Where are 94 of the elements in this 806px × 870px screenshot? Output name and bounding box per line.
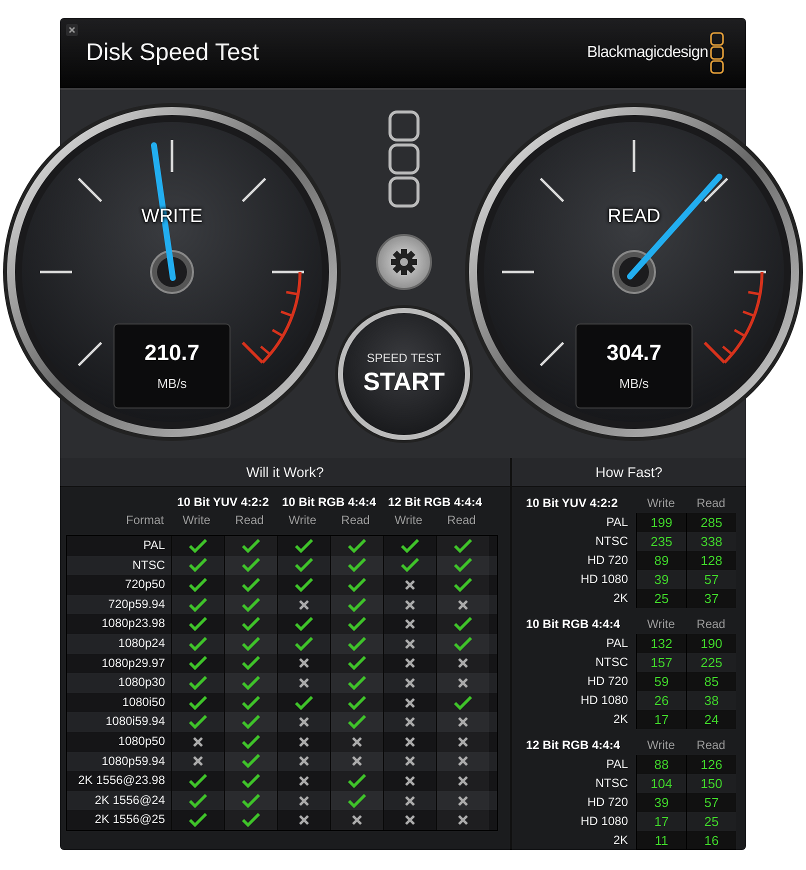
group-header: 10 Bit RGB 4:4:4 xyxy=(526,617,622,631)
format-cell-text: 1080p23.98 xyxy=(100,615,166,632)
column-header: Write xyxy=(288,513,318,527)
format-label: HD 720 xyxy=(586,552,629,569)
value-cell: 25 xyxy=(636,589,686,608)
value-cell: 24 xyxy=(686,710,736,729)
value-cell: 128 xyxy=(686,551,736,570)
value-cell: 57 xyxy=(686,793,736,812)
format-cell-text: 2K 1556@23.98 xyxy=(77,772,166,790)
three-squares-icon xyxy=(710,32,724,74)
scale-tick xyxy=(242,178,266,202)
column-header: Read xyxy=(696,496,726,510)
column-header: Write xyxy=(182,513,212,527)
group-header: 10 Bit YUV 4:2:2 xyxy=(526,496,619,510)
column-header: Write xyxy=(646,496,676,510)
column-header: Read xyxy=(696,738,726,752)
column-header: Write xyxy=(646,738,676,752)
value-cell: 190 xyxy=(686,634,736,653)
group-header: 10 Bit RGB 4:4:4 xyxy=(280,495,378,509)
format-cell-text: PAL xyxy=(142,537,166,554)
format-label: 2K xyxy=(612,590,629,607)
scale-tick xyxy=(704,178,728,202)
speed-readout: 304.7 xyxy=(605,340,663,366)
column-header: Read xyxy=(446,513,477,527)
scale-tick xyxy=(502,270,534,274)
scale-tick xyxy=(540,178,564,202)
value-cell: 16 xyxy=(686,831,736,850)
format-label: NTSC xyxy=(594,533,629,550)
format-cell-text: 720p50 xyxy=(124,576,166,594)
format-cell-text: 1080i50 xyxy=(121,694,166,711)
format-cell-text: NTSC xyxy=(131,556,166,574)
value-cell: 88 xyxy=(636,755,686,774)
group-header: 12 Bit RGB 4:4:4 xyxy=(386,495,484,509)
column-header: Read xyxy=(234,513,265,527)
scale-tick xyxy=(170,140,174,172)
close-icon[interactable] xyxy=(66,24,78,36)
unit-label: MB/s xyxy=(156,376,188,391)
value-cell: 199 xyxy=(636,513,686,532)
column-header: Write xyxy=(394,513,424,527)
value-cell: 37 xyxy=(686,589,736,608)
format-label: NTSC xyxy=(594,654,629,671)
format-cell-text: 1080p59.94 xyxy=(100,752,166,770)
value-cell: 59 xyxy=(636,672,686,691)
scale-tick xyxy=(78,178,102,202)
format-label: PAL xyxy=(605,756,629,773)
column-header: Format xyxy=(124,513,165,527)
format-label: PAL xyxy=(605,635,629,652)
section-title: How Fast? xyxy=(512,458,746,487)
group-header: 10 Bit YUV 4:2:2 xyxy=(176,495,270,509)
format-label: HD 720 xyxy=(586,673,629,690)
scale-tick xyxy=(78,342,102,366)
group-header: 12 Bit RGB 4:4:4 xyxy=(526,738,622,752)
format-label: HD 1080 xyxy=(580,813,629,830)
format-cell-text: 1080p24 xyxy=(117,634,166,652)
value-cell: 89 xyxy=(636,551,686,570)
scale-tick xyxy=(540,342,564,366)
format-cell-text: 2K 1556@25 xyxy=(94,811,166,828)
format-label: 2K xyxy=(612,832,629,849)
unit-label: MB/s xyxy=(618,376,650,391)
format-label: HD 1080 xyxy=(580,571,629,588)
value-cell: 11 xyxy=(636,831,686,850)
value-cell: 85 xyxy=(686,672,736,691)
format-cell-text: 2K 1556@24 xyxy=(94,792,166,809)
brand-name: Blackmagicdesign xyxy=(587,44,708,62)
speed-readout: 210.7 xyxy=(143,340,201,366)
scale-tick xyxy=(734,270,766,274)
format-cell-text: 1080i59.94 xyxy=(104,713,166,730)
format-label: PAL xyxy=(605,514,629,531)
format-label: HD 720 xyxy=(586,794,629,811)
column-header: Read xyxy=(696,617,726,631)
column-header: Read xyxy=(340,513,371,527)
scale-tick xyxy=(632,140,636,172)
format-label: HD 1080 xyxy=(580,692,629,709)
value-cell: 126 xyxy=(686,755,736,774)
value-cell: 132 xyxy=(636,634,686,653)
settings-icon xyxy=(389,246,419,277)
gauge-label: READ xyxy=(606,206,662,228)
format-cell-text: 1080p30 xyxy=(117,674,166,692)
format-label: 2K xyxy=(612,711,629,728)
value-cell: 39 xyxy=(636,793,686,812)
section-title: Will it Work? xyxy=(60,458,510,487)
format-cell-text: 1080p50 xyxy=(117,732,166,750)
format-label: NTSC xyxy=(594,775,629,792)
column-header: Write xyxy=(646,617,676,631)
format-cell-text: 720p59.94 xyxy=(107,596,166,613)
scale-tick xyxy=(272,270,304,274)
value-cell: 285 xyxy=(686,513,736,532)
needle-hub xyxy=(612,250,656,294)
three-squares-icon xyxy=(388,110,420,208)
needle-hub xyxy=(150,250,194,294)
value-cell: 17 xyxy=(636,710,686,729)
window-title: Disk Speed Test xyxy=(86,38,260,67)
format-cell-text: 1080p29.97 xyxy=(100,654,166,672)
scale-tick xyxy=(40,270,72,274)
